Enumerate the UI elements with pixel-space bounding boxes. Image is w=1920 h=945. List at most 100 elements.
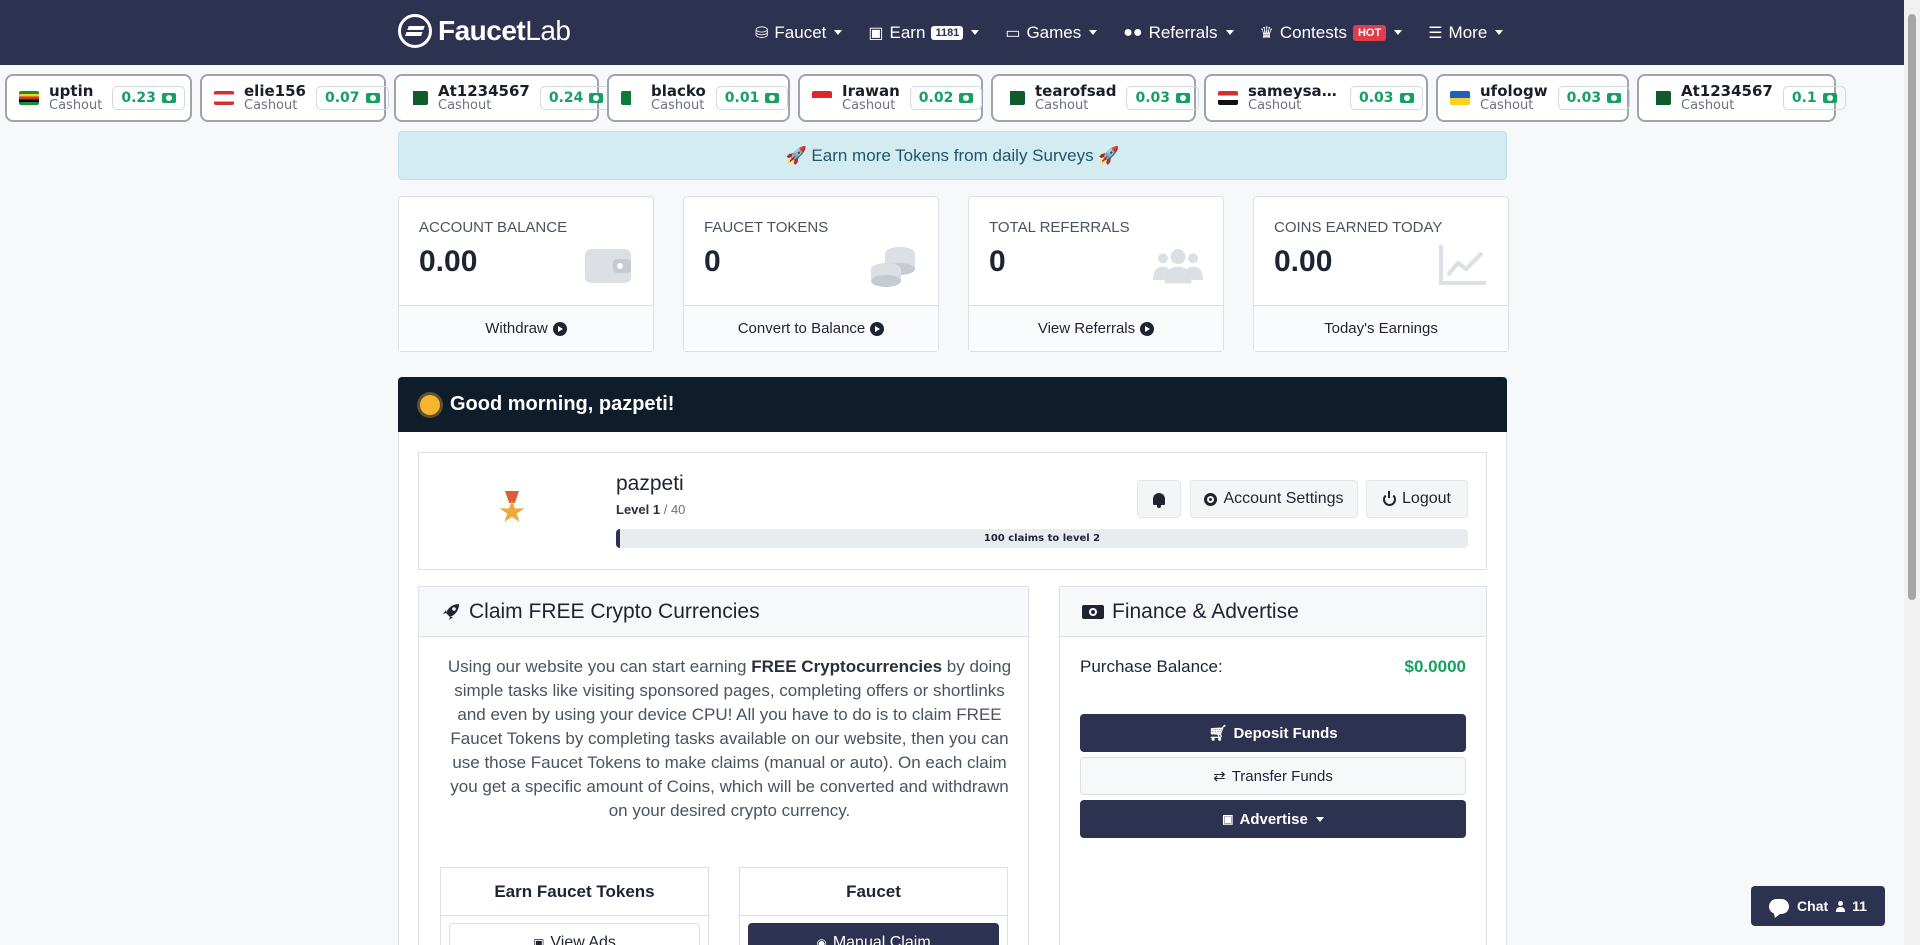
earn-tokens-card: Earn Faucet Tokens ▣ View Ads bbox=[440, 867, 709, 945]
ticker-amount: 0.24 bbox=[539, 86, 613, 110]
cash-icon bbox=[959, 93, 974, 103]
ticker-label: Cashout bbox=[651, 98, 705, 114]
top-navbar: FaucetLab ⛁ Faucet ▣ Earn 1181 ▭ Games ●… bbox=[0, 0, 1904, 65]
flag-icon bbox=[1450, 91, 1470, 105]
ticker-user: tearofsad Cashout bbox=[1035, 83, 1116, 114]
cashout-ticker: uptin Cashout 0.23 elie156 Cashout 0.07 At1234… bbox=[0, 74, 1904, 122]
caret-down-icon bbox=[834, 30, 843, 35]
ticker-label: Cashout bbox=[1681, 98, 1735, 114]
cash-icon bbox=[1399, 93, 1414, 103]
ticker-amount: 0.07 bbox=[315, 86, 389, 110]
flag-icon bbox=[1005, 91, 1025, 105]
stat-total-referrals: TOTAL REFERRALS 0 View Referrals bbox=[968, 196, 1224, 352]
power-icon bbox=[1383, 490, 1397, 506]
caret-down-icon bbox=[1495, 30, 1504, 35]
chat-button[interactable]: Chat 11 bbox=[1751, 886, 1885, 926]
gamepad-icon: ▭ bbox=[1005, 24, 1021, 42]
ticker-card: blacko Cashout 0.01 bbox=[607, 74, 790, 122]
mouse-icon: ◉ bbox=[816, 936, 827, 945]
claim-description: Using our website you can start earning … bbox=[447, 657, 1012, 820]
level-medal-icon bbox=[499, 491, 525, 525]
notifications-button[interactable] bbox=[1137, 480, 1181, 518]
withdraw-link[interactable]: Withdraw bbox=[399, 305, 653, 351]
nav-faucet[interactable]: ⛁ Faucet bbox=[755, 23, 843, 43]
flag-icon bbox=[408, 91, 428, 105]
caret-down-icon bbox=[1315, 816, 1324, 822]
ticker-amount: 0.03 bbox=[1126, 86, 1200, 110]
exchange-icon: ⇄ bbox=[1213, 768, 1226, 785]
ticker-user: ufologw Cashout bbox=[1480, 83, 1548, 114]
lightning-logo-icon bbox=[398, 14, 432, 48]
todays-earnings-link[interactable]: Today's Earnings bbox=[1254, 305, 1508, 351]
profile-card: pazpeti Level 1 / 40 100 claims to level… bbox=[418, 452, 1487, 570]
ticker-username: uptin bbox=[49, 82, 94, 100]
menu-icon: ☰ bbox=[1428, 24, 1443, 42]
money-icon: ▣ bbox=[868, 24, 884, 42]
scrollbar-thumb[interactable] bbox=[1908, 14, 1916, 600]
nav-games[interactable]: ▭ Games bbox=[1005, 23, 1098, 43]
ticker-card: Irawan Cashout 0.02 bbox=[798, 74, 983, 122]
ticker-username: sameysalem... bbox=[1248, 82, 1340, 100]
hot-badge: HOT bbox=[1352, 24, 1387, 41]
nav-contests[interactable]: ♛ Contests HOT bbox=[1260, 23, 1403, 43]
ticker-amount: 0.23 bbox=[112, 86, 185, 110]
username: pazpeti bbox=[616, 472, 684, 495]
advertise-button[interactable]: ▣ Advertise bbox=[1080, 800, 1466, 838]
brand-name: FaucetLab bbox=[438, 15, 571, 46]
ticker-track: uptin Cashout 0.23 elie156 Cashout 0.07 At1234… bbox=[0, 74, 1904, 122]
trophy-icon: ♛ bbox=[1259, 24, 1274, 42]
flag-icon bbox=[1218, 91, 1238, 105]
level-progress-bar: 100 claims to level 2 bbox=[616, 529, 1468, 548]
ticker-card: tearofsad Cashout 0.03 bbox=[991, 74, 1200, 122]
purchase-balance-row: Purchase Balance: $0.0000 bbox=[1080, 657, 1466, 676]
greeting-header: Good morning, pazpeti! bbox=[398, 377, 1507, 432]
ticker-username: At1234567 bbox=[1681, 82, 1773, 100]
ticker-amount: 0.02 bbox=[909, 86, 983, 110]
ticker-username: At1234567 bbox=[438, 82, 530, 100]
ticker-amount: 0.1 bbox=[1782, 86, 1846, 110]
ticker-amount: 0.01 bbox=[715, 86, 789, 110]
cart-icon: 🛒︎ bbox=[1208, 725, 1228, 742]
flag-icon bbox=[621, 91, 641, 105]
rocket-icon bbox=[443, 603, 459, 620]
user-icon bbox=[1836, 900, 1846, 912]
brand-logo[interactable]: FaucetLab bbox=[398, 14, 571, 48]
manual-claim-button[interactable]: ◉ Manual Claim bbox=[748, 923, 999, 945]
flag-icon bbox=[19, 91, 39, 105]
finance-card-header: Finance & Advertise bbox=[1060, 587, 1486, 637]
coins-stack-icon bbox=[871, 247, 915, 287]
arrow-circle-right-icon bbox=[870, 321, 885, 336]
ticker-user: elie156 Cashout bbox=[244, 83, 306, 114]
flag-icon bbox=[812, 91, 832, 105]
users-icon bbox=[1153, 249, 1203, 284]
nav-earn[interactable]: ▣ Earn 1181 bbox=[868, 23, 980, 43]
money-bill-icon bbox=[1082, 604, 1104, 619]
account-settings-button[interactable]: Account Settings bbox=[1190, 480, 1358, 518]
nav-referrals[interactable]: ●● Referrals bbox=[1123, 23, 1234, 43]
ticker-user: uptin Cashout bbox=[49, 83, 102, 114]
deposit-funds-button[interactable]: 🛒︎ Deposit Funds bbox=[1080, 714, 1466, 752]
ticker-label: Cashout bbox=[1480, 98, 1534, 114]
cash-icon bbox=[1607, 93, 1622, 103]
ticker-amount: 0.03 bbox=[1557, 86, 1631, 110]
faucet-card: Faucet ◉ Manual Claim bbox=[739, 867, 1008, 945]
gear-icon bbox=[1204, 492, 1218, 506]
ticker-card: At1234567 Cashout 0.24 bbox=[394, 74, 613, 122]
sun-icon bbox=[420, 394, 440, 415]
convert-balance-link[interactable]: Convert to Balance bbox=[684, 305, 938, 351]
ticker-card: sameysalem...Cashout 0.03 bbox=[1204, 74, 1428, 122]
ticker-username: Irawan bbox=[842, 82, 900, 100]
stat-coins-today: COINS EARNED TODAY 0.00 Today's Earnings bbox=[1253, 196, 1509, 352]
claim-card-header: Claim FREE Crypto Currencies bbox=[419, 587, 1028, 637]
transfer-funds-button[interactable]: ⇄ Transfer Funds bbox=[1080, 757, 1466, 795]
surveys-alert[interactable]: 🚀 Earn more Tokens from daily Surveys 🚀 bbox=[398, 131, 1507, 180]
logout-button[interactable]: Logout bbox=[1366, 480, 1468, 518]
earn-count-badge: 1181 bbox=[931, 25, 964, 40]
nav-more[interactable]: ☰ More bbox=[1428, 23, 1504, 43]
ticker-user: sameysalem...Cashout bbox=[1248, 83, 1340, 114]
page-scrollbar[interactable] bbox=[1904, 0, 1920, 945]
arrow-circle-right-icon bbox=[1140, 321, 1155, 336]
view-ads-button[interactable]: ▣ View Ads bbox=[449, 923, 700, 945]
view-referrals-link[interactable]: View Referrals bbox=[969, 305, 1223, 351]
caret-down-icon bbox=[971, 30, 980, 35]
